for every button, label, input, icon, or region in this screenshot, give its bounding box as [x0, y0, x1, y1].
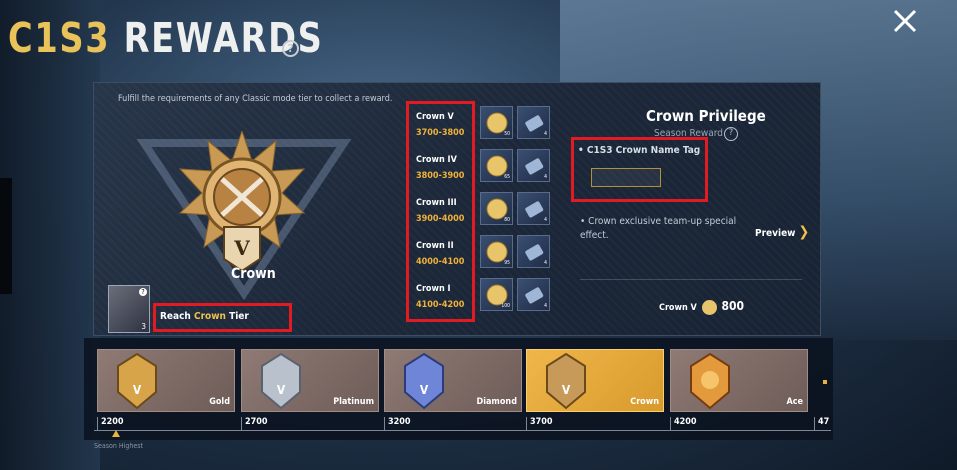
rank-card-gold[interactable]: V Gold — [97, 349, 235, 412]
reward-crate[interactable]: 4 — [517, 149, 550, 182]
tier-row-crown-i: Crown I 4100-4200 — [416, 284, 465, 310]
svg-text:V: V — [233, 236, 250, 260]
instructions-text: Fulfill the requirements of any Classic … — [118, 94, 393, 104]
rank-tiers-strip: V Gold V Platinum V Diamond V Crown Ace … — [84, 338, 833, 450]
points-label: 3200 — [384, 417, 411, 430]
rewards-panel: Fulfill the requirements of any Classic … — [93, 82, 821, 336]
tier-row-crown-ii: Crown II 4000-4100 — [416, 241, 465, 267]
reach-tier-requirement: Reach Crown Tier — [153, 303, 292, 332]
page-title: C1S3 REWARDS — [8, 14, 324, 62]
season-highest-marker — [112, 430, 120, 437]
svg-text:V: V — [420, 383, 429, 397]
svg-text:V: V — [277, 383, 286, 397]
tier-row-crown-iv: Crown IV 3800-3900 — [416, 155, 465, 181]
rank-card-platinum[interactable]: V Platinum — [241, 349, 379, 412]
crown-tier-badge: V — [178, 131, 306, 273]
reward-coin[interactable]: 65 — [480, 149, 513, 182]
privilege-title: Crown Privilege — [646, 107, 766, 125]
season-highest-label: Season Highest — [94, 442, 143, 450]
svg-text:V: V — [562, 383, 571, 397]
svg-text:V: V — [133, 383, 142, 397]
points-label: 4200 — [670, 417, 697, 430]
help-icon[interactable]: ? — [282, 40, 299, 57]
points-label: 2200 — [97, 417, 124, 430]
rank-card-crown[interactable]: V Crown — [526, 349, 664, 412]
chevron-right-icon: ❯ — [798, 224, 810, 240]
divider — [580, 279, 802, 280]
points-label: 47 — [814, 417, 829, 430]
reward-coin[interactable]: 95 — [480, 235, 513, 268]
tier-row-crown-v: Crown V 3700-3800 — [416, 112, 465, 138]
reward-item-thumbnail[interactable]: ? 3 — [108, 285, 150, 333]
reward-crate[interactable]: 4 — [517, 106, 550, 139]
item-count: 3 — [141, 322, 146, 331]
reward-coin[interactable]: 80 — [480, 192, 513, 225]
points-timeline — [94, 430, 831, 431]
coin-icon — [701, 300, 717, 315]
reward-crate[interactable]: 4 — [517, 235, 550, 268]
name-tag-preview — [591, 168, 661, 187]
season-reward-help-icon[interactable]: ? — [724, 127, 738, 141]
preview-button[interactable]: Preview ❯ — [755, 224, 809, 240]
reward-crate[interactable]: 4 — [517, 192, 550, 225]
reward-crate[interactable]: 4 — [517, 278, 550, 311]
points-label: 3700 — [526, 417, 553, 430]
scroll-indicator — [823, 380, 827, 384]
tier-row-crown-iii: Crown III 3900-4000 — [416, 198, 465, 224]
price-display: Crown V 800 — [659, 299, 745, 315]
reward-coin[interactable]: 50 — [480, 106, 513, 139]
close-icon[interactable] — [890, 6, 920, 36]
points-label: 2700 — [241, 417, 268, 430]
tier-name: Crown — [231, 266, 276, 282]
name-tag-label: • C1S3 Crown Name Tag — [578, 145, 701, 156]
reward-coin[interactable]: 100 — [480, 278, 513, 311]
rank-card-ace[interactable]: Ace — [670, 349, 808, 412]
item-info-icon[interactable]: ? — [139, 288, 147, 296]
rank-card-diamond[interactable]: V Diamond — [384, 349, 522, 412]
effect-description: • Crown exclusive team-up special effect… — [580, 216, 737, 241]
